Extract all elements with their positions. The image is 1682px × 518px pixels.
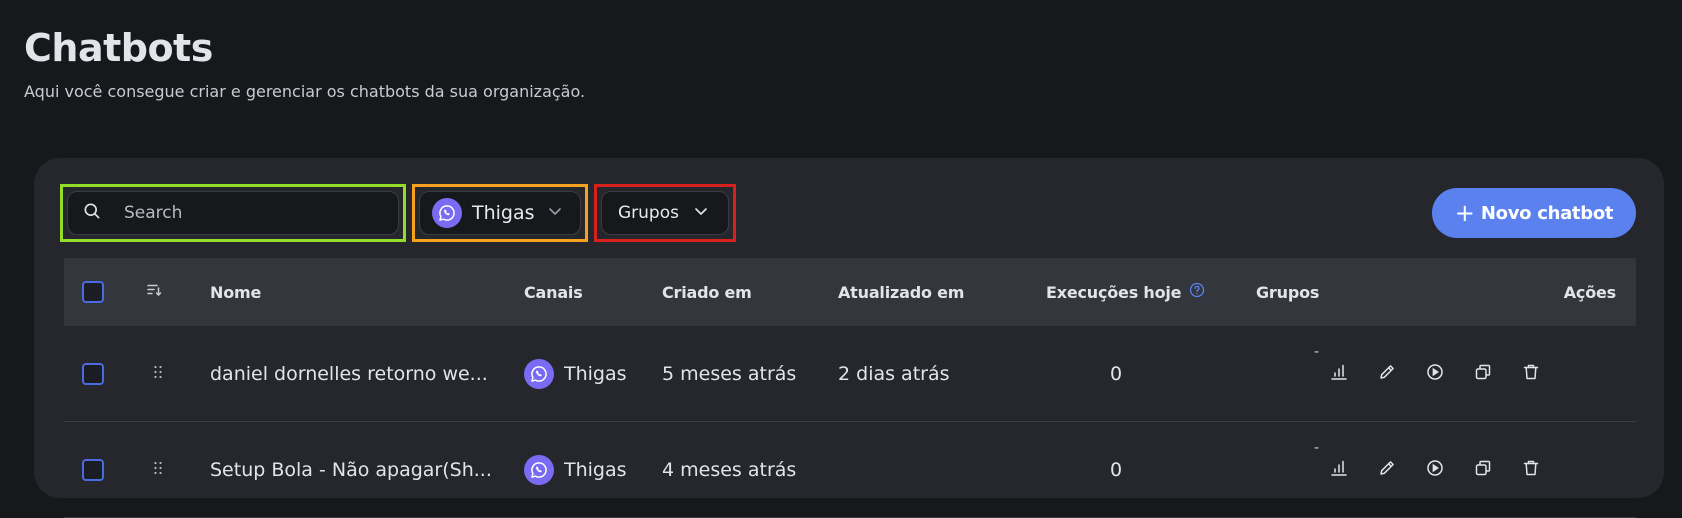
run-action[interactable] [1426, 326, 1444, 421]
column-header-created[interactable]: Criado em [662, 258, 752, 326]
run-action[interactable] [1426, 422, 1444, 517]
whatsapp-icon [432, 198, 462, 228]
column-header-actions: Ações [1563, 282, 1616, 302]
page-title: Chatbots [24, 26, 213, 70]
groups-highlight-frame: Grupos [594, 184, 736, 242]
drag-handle-icon[interactable] [152, 460, 164, 479]
delete-action[interactable] [1522, 422, 1540, 517]
pencil-icon[interactable] [1378, 363, 1396, 385]
channel-highlight-frame: Thigas [412, 184, 588, 242]
column-header-name[interactable]: Nome [210, 258, 261, 326]
chatbots-card: Thigas Grupos + Novo chatbot Nome Canais… [34, 158, 1664, 518]
channel-cell: Thigas [524, 422, 627, 517]
channel-dropdown[interactable]: Thigas [419, 191, 581, 235]
edit-action[interactable] [1378, 422, 1396, 517]
trash-icon[interactable] [1522, 459, 1540, 481]
channel-dropdown-label: Thigas [472, 202, 535, 224]
column-header-groups: Grupos [1256, 282, 1320, 302]
play-circle-icon[interactable] [1426, 459, 1444, 481]
whatsapp-icon [524, 454, 554, 485]
whatsapp-icon [524, 358, 554, 389]
pencil-icon[interactable] [1378, 459, 1396, 481]
new-chatbot-label: Novo chatbot [1480, 202, 1614, 224]
table-row[interactable]: daniel dornelles retorno we... Thigas 5 … [64, 326, 1636, 422]
bar-chart-icon[interactable] [1330, 363, 1348, 385]
copy-icon[interactable] [1474, 363, 1492, 385]
search-box[interactable] [67, 191, 399, 235]
delete-action[interactable] [1522, 326, 1540, 421]
table-header: Nome Canais Criado em Atualizado em Exec… [64, 258, 1636, 326]
channel-cell: Thigas [524, 326, 627, 421]
play-circle-icon[interactable] [1426, 363, 1444, 385]
trash-icon[interactable] [1522, 363, 1540, 385]
created-at: 5 meses atrás [662, 362, 797, 385]
column-header-executions[interactable]: Execuções hoje [1046, 283, 1182, 302]
groups-value: - [1314, 439, 1320, 456]
updated-at: 2 dias atrás [838, 362, 950, 385]
bar-chart-icon[interactable] [1330, 459, 1348, 481]
groups-value: - [1314, 343, 1320, 360]
groups-dropdown-label: Grupos [618, 203, 679, 223]
help-circle-icon[interactable] [1181, 282, 1205, 302]
channel-name: Thigas [564, 362, 627, 385]
row-checkbox[interactable] [82, 362, 104, 385]
search-input[interactable] [124, 203, 374, 223]
row-checkbox[interactable] [82, 458, 104, 481]
sort-icon[interactable] [146, 282, 162, 302]
table-row[interactable]: Setup Bola - Não apagar(Sh... Thigas 4 m… [64, 422, 1636, 518]
channel-name: Thigas [564, 458, 627, 481]
drag-handle-icon[interactable] [152, 364, 164, 383]
chevron-down-icon [535, 203, 563, 223]
search-icon [82, 201, 102, 225]
search-highlight-frame [60, 184, 406, 242]
chevron-down-icon [679, 203, 709, 223]
new-chatbot-button[interactable]: + Novo chatbot [1432, 188, 1636, 238]
select-all-checkbox[interactable] [82, 281, 104, 303]
duplicate-action[interactable] [1474, 422, 1492, 517]
chatbot-name[interactable]: Setup Bola - Não apagar(Sh... [210, 422, 492, 517]
chatbot-name[interactable]: daniel dornelles retorno we... [210, 326, 488, 421]
analytics-action[interactable] [1330, 422, 1348, 517]
column-header-updated[interactable]: Atualizado em [838, 258, 964, 326]
column-header-channels[interactable]: Canais [524, 258, 583, 326]
column-header-executions-wrap: Execuções hoje [1046, 258, 1205, 326]
executions-today: 0 [1110, 458, 1123, 481]
plus-icon: + [1454, 199, 1475, 227]
analytics-action[interactable] [1330, 326, 1348, 421]
executions-today: 0 [1110, 362, 1123, 385]
copy-icon[interactable] [1474, 459, 1492, 481]
page-header: Chatbots Aqui você consegue criar e gere… [24, 24, 585, 101]
duplicate-action[interactable] [1474, 326, 1492, 421]
page-subtitle: Aqui você consegue criar e gerenciar os … [24, 82, 586, 101]
edit-action[interactable] [1378, 326, 1396, 421]
created-at: 4 meses atrás [662, 458, 797, 481]
groups-dropdown[interactable]: Grupos [601, 191, 729, 235]
